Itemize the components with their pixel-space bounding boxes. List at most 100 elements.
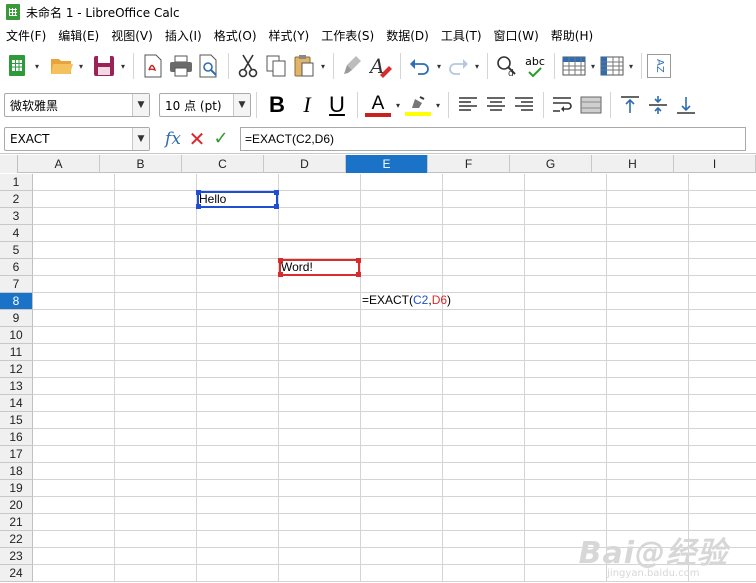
sheet-cell[interactable] xyxy=(525,208,607,225)
sheet-cell[interactable] xyxy=(197,276,279,293)
row-header[interactable]: 18 xyxy=(0,463,33,480)
sheet-cell[interactable] xyxy=(443,463,525,480)
wrap-text-icon[interactable] xyxy=(549,91,577,119)
sheet-cell[interactable] xyxy=(689,174,756,191)
row-header[interactable]: 16 xyxy=(0,429,33,446)
sheet-cell[interactable] xyxy=(689,429,756,446)
sheet-cell[interactable] xyxy=(443,378,525,395)
align-top-icon[interactable] xyxy=(616,91,644,119)
sheet-cell[interactable] xyxy=(197,378,279,395)
menu-file[interactable]: 文件(F) xyxy=(0,27,52,44)
sheet-cell[interactable] xyxy=(607,259,689,276)
sheet-cell[interactable] xyxy=(115,242,197,259)
column-header[interactable]: B xyxy=(100,155,182,173)
sheet-cell[interactable] xyxy=(689,395,756,412)
sheet-cell[interactable] xyxy=(33,327,115,344)
open-dropdown-chevron-icon[interactable]: ▾ xyxy=(76,52,86,80)
row-header[interactable]: 23 xyxy=(0,548,33,565)
sheet-cell[interactable] xyxy=(443,293,525,310)
sheet-cell[interactable] xyxy=(115,565,197,582)
sheet-cell[interactable] xyxy=(197,208,279,225)
sheet-cell[interactable] xyxy=(33,344,115,361)
sheet-cell[interactable] xyxy=(115,276,197,293)
sheet-cell[interactable] xyxy=(197,497,279,514)
sheet-cell[interactable] xyxy=(197,480,279,497)
sheet-cell[interactable] xyxy=(279,463,361,480)
sheet-cell[interactable] xyxy=(197,174,279,191)
cell-c2-value[interactable]: Hello xyxy=(199,191,226,207)
row-header[interactable]: 2 xyxy=(0,191,33,208)
underline-button[interactable]: U xyxy=(322,91,352,119)
row-header[interactable]: 19 xyxy=(0,480,33,497)
column-header[interactable]: A xyxy=(18,155,100,173)
sheet-cell[interactable] xyxy=(115,293,197,310)
sheet-cell[interactable] xyxy=(279,174,361,191)
sheet-cell[interactable] xyxy=(279,378,361,395)
row-header[interactable]: 3 xyxy=(0,208,33,225)
sheet-cell[interactable] xyxy=(33,548,115,565)
new-dropdown-chevron-icon[interactable]: ▾ xyxy=(32,52,42,80)
sheet-cell[interactable] xyxy=(279,548,361,565)
sheet-cell[interactable] xyxy=(361,514,443,531)
sheet-cell[interactable] xyxy=(279,565,361,582)
sheet-cell[interactable] xyxy=(689,293,756,310)
sheet-cell[interactable] xyxy=(33,480,115,497)
sheet-cell[interactable] xyxy=(525,446,607,463)
sheet-cell[interactable] xyxy=(33,191,115,208)
row-header[interactable]: 11 xyxy=(0,344,33,361)
row-header[interactable]: 21 xyxy=(0,514,33,531)
sheet-cell[interactable] xyxy=(689,361,756,378)
menu-help[interactable]: 帮助(H) xyxy=(545,27,599,44)
row-header[interactable]: 20 xyxy=(0,497,33,514)
sheet-cell[interactable] xyxy=(197,412,279,429)
bold-button[interactable]: B xyxy=(262,91,292,119)
save-icon[interactable] xyxy=(90,52,118,80)
sheet-cell[interactable] xyxy=(361,429,443,446)
sheet-cell[interactable] xyxy=(33,514,115,531)
sheet-cell[interactable] xyxy=(279,191,361,208)
column-header[interactable]: E xyxy=(346,155,428,173)
sheet-cell[interactable] xyxy=(197,259,279,276)
font-name-box[interactable]: 微软雅黑 ▼ xyxy=(4,93,150,117)
sheet-cell[interactable] xyxy=(443,225,525,242)
sheet-cell[interactable] xyxy=(525,497,607,514)
undo-dropdown-chevron-icon[interactable]: ▾ xyxy=(434,52,444,80)
sheet-cell[interactable] xyxy=(33,378,115,395)
new-spreadsheet-icon[interactable] xyxy=(4,52,32,80)
sheet-cell[interactable] xyxy=(279,276,361,293)
sheet-cell[interactable] xyxy=(115,259,197,276)
sheet-cell[interactable] xyxy=(689,259,756,276)
sheet-cell[interactable] xyxy=(115,446,197,463)
sheet-cell[interactable] xyxy=(443,276,525,293)
sheet-cell[interactable] xyxy=(115,174,197,191)
sheet-cell[interactable] xyxy=(689,191,756,208)
column-header[interactable]: C xyxy=(182,155,264,173)
menu-view[interactable]: 视图(V) xyxy=(105,27,159,44)
sheet-cell[interactable] xyxy=(33,310,115,327)
sheet-cell[interactable] xyxy=(33,463,115,480)
sheet-cell[interactable] xyxy=(279,429,361,446)
accept-icon[interactable]: ✓ xyxy=(210,128,232,150)
sheet-cell[interactable] xyxy=(361,208,443,225)
sheet-cell[interactable] xyxy=(197,514,279,531)
row-header[interactable]: 10 xyxy=(0,327,33,344)
sheet-cell[interactable] xyxy=(689,208,756,225)
sheet-cell[interactable] xyxy=(115,378,197,395)
sheet-cell[interactable] xyxy=(361,225,443,242)
sheet-cell[interactable] xyxy=(33,174,115,191)
sheet-cell[interactable] xyxy=(279,446,361,463)
sheet-cell[interactable] xyxy=(443,344,525,361)
sheet-cell[interactable] xyxy=(689,327,756,344)
name-box[interactable]: EXACT ▼ xyxy=(4,126,150,151)
menu-edit[interactable]: 编辑(E) xyxy=(52,27,105,44)
sheet-cell[interactable] xyxy=(525,361,607,378)
sheet-cell[interactable] xyxy=(525,378,607,395)
sheet-cell[interactable] xyxy=(279,242,361,259)
row-header[interactable]: 14 xyxy=(0,395,33,412)
sheet-cell[interactable] xyxy=(33,293,115,310)
sheet-cell[interactable] xyxy=(361,395,443,412)
sheet-cell[interactable] xyxy=(443,191,525,208)
sheet-cell[interactable] xyxy=(525,344,607,361)
sheet-cell[interactable] xyxy=(689,446,756,463)
cancel-icon[interactable]: ✕ xyxy=(186,127,208,151)
